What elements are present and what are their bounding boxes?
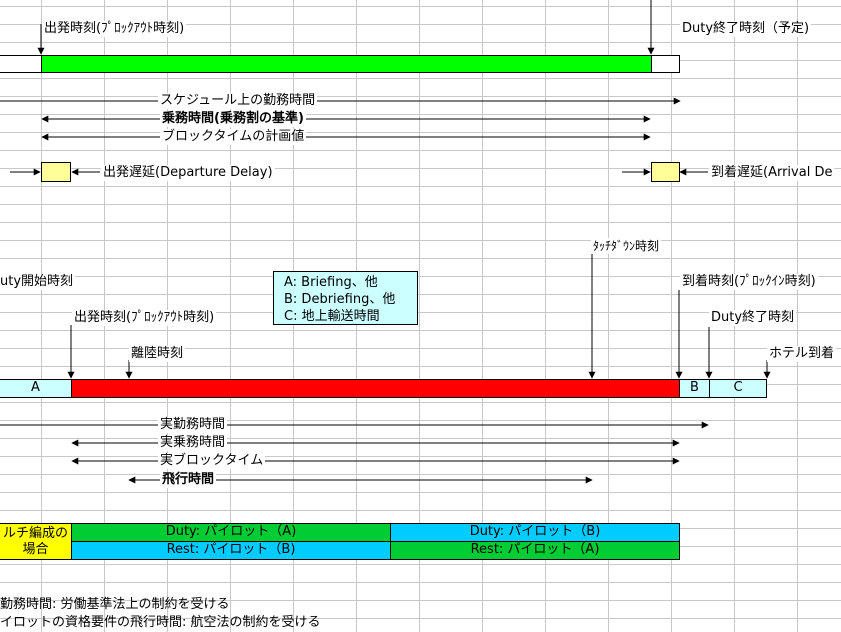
note-labor-law: 勤務時間: 労働基準法上の制約を受ける <box>0 597 230 612</box>
duty-pilot-a-cell: Duty: パイロット（A) <box>71 523 391 542</box>
departure-delay-label: 出発遅延(Departure Delay) <box>101 165 275 181</box>
timeline-sheet: { "top": { "departure_label": "出発時刻(ﾌﾟﾛｯ… <box>0 0 841 632</box>
multi-crew-label-line1: ルチ編成の <box>2 526 68 541</box>
scheduled-pre-bar <box>0 55 42 73</box>
flight-time-label: 飛行時間 <box>160 472 217 488</box>
actual-crew-label: 実乗務時間 <box>158 435 228 451</box>
legend-c: C: 地上輸送時間 <box>284 309 380 324</box>
actual-block-bar <box>71 379 680 398</box>
crew-duty-label: 乗務時間(乗務割の基準) <box>160 111 306 127</box>
segment-b-cell: B <box>679 379 710 398</box>
scheduled-duty-bar <box>41 55 652 73</box>
hotel-label: ホテル到着 <box>767 346 837 362</box>
multi-crew-label: ルチ編成の 場合 <box>0 523 72 560</box>
legend-b: B: Debriefing、他 <box>284 292 396 307</box>
planned-block-label: ブロックタイムの計画値 <box>160 129 307 145</box>
rest-pilot-a-cell: Rest: パイロット（A) <box>390 541 680 560</box>
arrival-delay-label: 到着遅延(Arrival De <box>709 165 835 181</box>
segment-legend: A: Briefing、他 B: Debriefing、他 C: 地上輸送時間 <box>273 271 418 325</box>
duty-end-label: Duty終了時刻（予定) <box>680 21 812 37</box>
takeoff-label: 離陸時刻 <box>129 346 186 362</box>
arrival-label: 到着時刻(ﾌﾟﾛｯｸｲﾝ時刻) <box>680 274 818 290</box>
scheduled-post-bar <box>651 55 680 73</box>
multi-crew-label-line2: 場合 <box>22 542 49 557</box>
legend-a: A: Briefing、他 <box>284 275 378 290</box>
segment-c-cell: C <box>709 379 767 398</box>
scheduled-duty-label: スケジュール上の勤務時間 <box>158 93 318 109</box>
rest-pilot-b-cell: Rest: パイロット（B) <box>71 541 391 560</box>
duty-start-label: uty開始時刻 <box>0 274 76 290</box>
note-aviation-law: イロットの資格要件の飛行時間: 航空法の制約を受ける <box>0 615 321 630</box>
segment-a-cell: A <box>0 379 72 398</box>
actual-departure-label: 出発時刻(ﾌﾟﾛｯｸｱｳﾄ時刻) <box>72 310 217 326</box>
actual-block-label: 実ブロックタイム <box>158 453 266 469</box>
duty-pilot-b-cell: Duty: パイロット（B) <box>390 523 680 542</box>
actual-duty-end-label: Duty終了時刻 <box>709 310 797 326</box>
touchdown-label: ﾀｯﾁﾀﾞｳﾝ時刻 <box>591 238 662 254</box>
departure-delay-box <box>41 162 71 182</box>
departure-label: 出発時刻(ﾌﾟﾛｯｸｱｳﾄ時刻) <box>42 21 187 37</box>
actual-duty-label: 実勤務時間 <box>158 417 228 433</box>
arrival-delay-box <box>651 162 680 182</box>
